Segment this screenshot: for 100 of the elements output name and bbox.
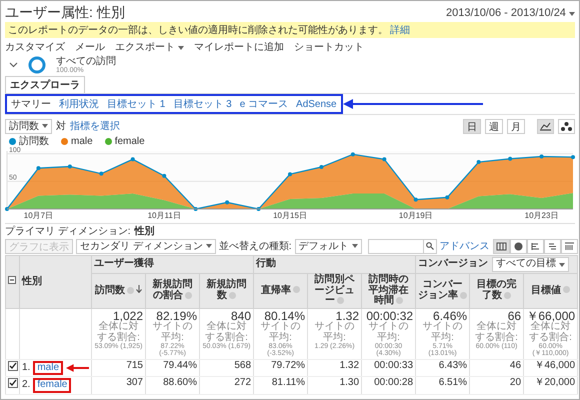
search-icon <box>426 242 434 250</box>
table-cell: 79.72% <box>254 359 308 377</box>
chart-type-button[interactable] <box>537 118 554 134</box>
x-tick-label: 10月19日 <box>398 211 433 220</box>
legend-label: male <box>71 136 93 146</box>
total-note-label: サイトの平均: <box>260 322 302 343</box>
period-button[interactable]: 日 <box>463 118 481 134</box>
column-header[interactable]: 訪問時の平均滞在時間 <box>362 274 416 308</box>
table-cell: 715 <box>92 359 146 377</box>
table-cell: 6.43% <box>416 359 470 377</box>
help-icon <box>504 292 512 299</box>
advanced-link[interactable]: アドバンス <box>440 239 490 253</box>
row-checkbox[interactable] <box>8 378 18 388</box>
caret-icon <box>559 262 566 266</box>
help-icon <box>460 292 468 299</box>
dimension-link[interactable]: male <box>33 360 64 376</box>
x-tick-label: 10月15日 <box>273 211 307 220</box>
table-cell: 307 <box>92 376 146 394</box>
x-tick-label: 10月11日 <box>148 211 181 220</box>
view-button[interactable] <box>526 238 544 254</box>
notice-text: このレポートのデータの一部は、しきい値の適用時に削除された可能性があります。 <box>8 24 388 37</box>
total-value: 1,022 <box>112 310 143 322</box>
table-cell: 1.30 <box>308 376 362 394</box>
report-tab[interactable]: 目標セット 1 <box>107 97 166 111</box>
x-tick-label: 10月23日 <box>524 211 558 220</box>
report-tab[interactable]: 利用状況 <box>59 97 99 111</box>
menu-item[interactable]: マイレポートに追加 <box>194 40 284 54</box>
report-tab[interactable]: サマリー <box>11 97 51 111</box>
table-cell: 00:00:28 <box>362 376 416 394</box>
column-header[interactable]: 新規訪問数 <box>200 274 254 308</box>
view-button[interactable] <box>560 238 578 254</box>
table-cell: ￥46,000 <box>524 359 578 377</box>
period-button[interactable]: 週 <box>485 118 503 134</box>
column-header[interactable]: 訪問別ページビュー <box>308 274 362 308</box>
total-note-label: サイトの平均: <box>152 322 194 343</box>
help-icon <box>185 292 192 299</box>
compare-icon <box>546 242 558 250</box>
help-icon <box>396 296 404 304</box>
help-icon <box>127 286 134 294</box>
chart-type-button[interactable] <box>558 118 575 134</box>
menu-item[interactable]: カスタマイズ <box>5 40 65 54</box>
total-value: ￥66,000 <box>526 310 576 322</box>
table-cell: 79.44% <box>146 359 200 377</box>
metric-picker-link[interactable]: 指標を選択 <box>70 119 120 133</box>
legend-label: female <box>114 136 145 146</box>
dimension-value: 性別 <box>134 224 155 238</box>
row-index: 1. <box>22 362 30 374</box>
column-header[interactable]: 目標の完了数 <box>470 274 524 308</box>
menu-item[interactable]: メール <box>75 40 105 54</box>
table-cell: 20 <box>470 376 524 394</box>
caret-icon <box>42 124 48 128</box>
total-value: 1.32 <box>334 310 360 322</box>
bubbles-icon <box>561 122 572 130</box>
help-icon <box>337 296 344 304</box>
ring-icon <box>28 56 46 74</box>
column-header[interactable]: 新規訪問の割合 <box>146 274 200 308</box>
pointer-arrow <box>66 364 89 372</box>
sort-label: 並べ替えの種類: <box>218 240 292 253</box>
caret-icon <box>206 244 212 248</box>
column-header[interactable]: コンバージョン率 <box>416 274 470 308</box>
pivot-icon <box>564 242 575 250</box>
column-header[interactable]: 直帰率 <box>254 274 308 308</box>
view-button[interactable] <box>544 238 561 254</box>
dimension-link[interactable]: female <box>33 378 72 393</box>
menu-item[interactable]: ショートカット <box>294 40 364 54</box>
legend-label: 訪問数 <box>19 134 49 147</box>
report-tab[interactable]: AdSense <box>296 97 337 111</box>
total-note-label: 全体に対する割合: <box>96 322 140 343</box>
x-tick-label: 10月7日 <box>24 211 54 220</box>
help-icon <box>229 292 236 299</box>
column-header[interactable]: 訪問数 <box>92 274 146 308</box>
view-button[interactable] <box>492 238 510 254</box>
total-note-label: サイトの平均: <box>314 322 356 343</box>
total-value: 00:00:32 <box>365 310 414 322</box>
column-group-header: ユーザー獲得 <box>94 259 154 270</box>
row-checkbox[interactable] <box>8 360 18 371</box>
menu-item[interactable]: エクスポート <box>115 40 184 54</box>
table-cell: 46 <box>470 359 524 377</box>
total-value: 80.14% <box>264 310 306 322</box>
metric-select[interactable]: 訪問数 <box>5 118 52 134</box>
explorer-tab[interactable]: エクスプローラ <box>5 76 85 93</box>
search-field[interactable] <box>368 238 437 254</box>
total-note-label: 全体に対する割合: <box>204 322 248 343</box>
report-tab[interactable]: 目標セット 3 <box>173 97 232 111</box>
secondary-dimension-select[interactable]: セカンダリ ディメンション <box>76 238 216 254</box>
view-button[interactable] <box>510 238 527 254</box>
sort-select[interactable]: デフォルト <box>294 238 362 254</box>
caret-icon <box>352 244 358 248</box>
goal-select[interactable]: すべての目標 <box>492 257 570 272</box>
report-tab[interactable]: e コマース <box>240 97 288 111</box>
details-link[interactable]: 詳細 <box>390 23 410 37</box>
table-cell: 88.60% <box>146 376 200 394</box>
table-cell: 272 <box>200 376 254 394</box>
column-header[interactable]: 目標値 <box>524 274 578 308</box>
date-range-picker[interactable]: 2013/10/06 - 2013/10/24 <box>446 6 575 18</box>
chevron-down-icon[interactable] <box>9 62 18 68</box>
table-cell: 568 <box>200 359 254 377</box>
table-cell: 6.51% <box>416 376 470 394</box>
period-button[interactable]: 月 <box>507 118 525 134</box>
minus-checkbox-icon[interactable] <box>8 276 16 284</box>
